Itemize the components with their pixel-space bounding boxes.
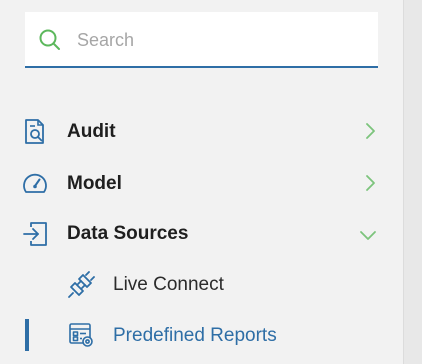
data-sources-icon bbox=[23, 222, 47, 246]
search-input[interactable] bbox=[77, 27, 357, 53]
sidebar-item-data-sources[interactable]: Data Sources bbox=[0, 210, 403, 256]
search-box[interactable] bbox=[25, 12, 378, 68]
sidebar-item-live-connect[interactable]: Live Connect bbox=[0, 261, 403, 307]
sidebar-item-predefined-reports[interactable]: Predefined Reports bbox=[0, 312, 403, 358]
sidebar-item-audit[interactable]: Audit bbox=[0, 109, 403, 155]
chevron-right-icon[interactable] bbox=[361, 122, 379, 140]
audit-icon bbox=[25, 119, 44, 144]
sidebar-item-label: Predefined Reports bbox=[113, 325, 277, 346]
live-connect-plug-icon bbox=[68, 271, 95, 298]
search-icon bbox=[39, 29, 60, 50]
sidebar-item-label: Data Sources bbox=[67, 223, 189, 244]
sidebar-item-label: Model bbox=[67, 173, 122, 194]
chevron-right-icon[interactable] bbox=[361, 174, 379, 192]
predefined-reports-icon bbox=[69, 323, 93, 347]
sidebar-item-label: Live Connect bbox=[113, 274, 224, 295]
model-gauge-icon bbox=[23, 173, 47, 193]
chevron-down-icon[interactable] bbox=[359, 226, 377, 244]
sidebar-item-model[interactable]: Model bbox=[0, 160, 403, 206]
sidebar-item-label: Audit bbox=[67, 121, 116, 142]
scrollbar-track bbox=[403, 0, 422, 364]
